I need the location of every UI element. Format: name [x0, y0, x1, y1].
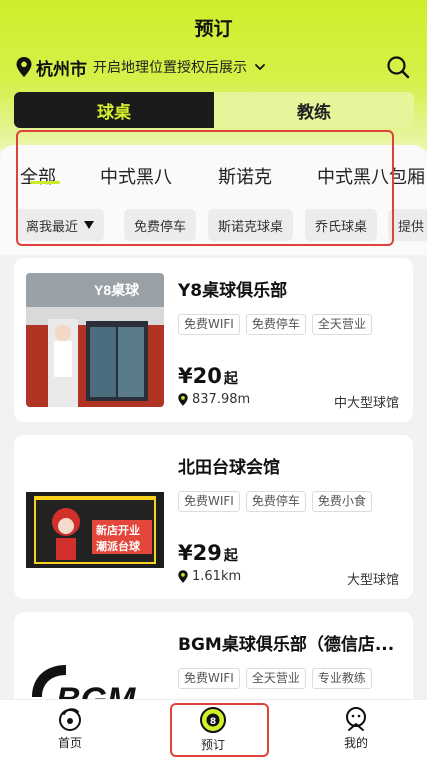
- filter-chips: 离我最近 免费停车 斯诺克球桌 乔氏球桌 提供: [0, 209, 427, 241]
- chip-joy-table[interactable]: 乔氏球桌: [305, 209, 378, 241]
- eight-ball-icon: 8: [200, 707, 226, 733]
- venue-card[interactable]: BGM BGM桌球俱乐部（德信店... 免费WIFI 全天营业 专业教练: [14, 612, 413, 717]
- venue-tag: 免费小食: [311, 491, 372, 512]
- header: 预订 杭州市 开启地理位置授权后展示 球桌 教练: [0, 0, 427, 150]
- location-pin-icon: [178, 393, 188, 406]
- tab-snooker[interactable]: 斯诺克: [218, 163, 272, 189]
- venue-price: ¥20 起: [178, 364, 238, 388]
- tab-home[interactable]: 首页: [30, 706, 110, 751]
- tab-label: 我的: [343, 736, 368, 750]
- chip-free-parking[interactable]: 免费停车: [124, 209, 197, 241]
- home-icon: [59, 708, 81, 731]
- venue-tags: 免费WIFI 全天营业 专业教练: [178, 668, 378, 689]
- price-suffix: 起: [223, 548, 238, 564]
- venue-distance: 1.61km: [178, 569, 241, 584]
- venue-size: 中大型球馆: [333, 396, 399, 411]
- venue-tags: 免费WIFI 免费停车 全天营业: [178, 314, 378, 335]
- venue-image: 新店开业 潮派台球: [26, 450, 164, 584]
- distance-value: 837.98m: [192, 392, 251, 407]
- venue-tag: 免费WIFI: [178, 314, 240, 335]
- venue-tag: 免费WIFI: [178, 491, 240, 512]
- tab-label: 首页: [57, 736, 82, 750]
- venue-tag: 专业教练: [311, 668, 372, 689]
- segment-table[interactable]: 球桌: [14, 92, 214, 128]
- location-bar[interactable]: 杭州市 开启地理位置授权后展示: [16, 54, 411, 80]
- venue-price: ¥29 起: [178, 541, 238, 565]
- segment-coach[interactable]: 教练: [214, 92, 414, 128]
- tab-label: 预订: [200, 738, 225, 752]
- venue-distance: 837.98m: [178, 392, 250, 407]
- venue-image: Y8桌球: [26, 273, 164, 407]
- tab-chinese-8ball[interactable]: 中式黑八: [100, 163, 172, 189]
- tab-profile[interactable]: 我的: [316, 706, 396, 751]
- venue-tag: 全天营业: [311, 314, 372, 335]
- venue-card[interactable]: Y8桌球 Y8桌球俱乐部 免费WIFI 免费停车 全天营业 ¥20 起 837.9…: [14, 258, 413, 422]
- venue-name: Y8桌球俱乐部: [178, 281, 288, 301]
- venue-size: 大型球馆: [346, 573, 399, 588]
- sort-dropdown[interactable]: 离我最近: [16, 209, 105, 241]
- category-tabs: 全部 中式黑八 斯诺克 中式黑八包厢: [0, 163, 427, 193]
- venue-name: 北田台球会馆: [178, 458, 280, 478]
- search-icon[interactable]: [385, 54, 411, 80]
- mode-segmented-control: 球桌 教练: [14, 92, 414, 128]
- venue-tag: 免费停车: [245, 491, 306, 512]
- tab-all[interactable]: 全部: [20, 163, 56, 189]
- chip-provide[interactable]: 提供: [388, 209, 427, 241]
- svg-text:8: 8: [210, 717, 216, 727]
- bottom-tab-bar: 首页 8 预订 我的: [0, 699, 427, 759]
- price-value: ¥29: [178, 541, 222, 565]
- location-hint[interactable]: 开启地理位置授权后展示: [93, 57, 247, 77]
- venue-tag: 免费停车: [245, 314, 306, 335]
- price-suffix: 起: [223, 371, 238, 387]
- caret-down-icon: [84, 221, 95, 229]
- active-tab-indicator: [30, 181, 60, 184]
- location-pin-icon: [16, 57, 32, 77]
- venue-card[interactable]: 新店开业 潮派台球 北田台球会馆 免费WIFI 免费停车 免费小食 ¥29 起 1…: [14, 435, 413, 599]
- venue-image-text: 新店开业: [96, 523, 140, 537]
- sort-label: 离我最近: [26, 219, 79, 235]
- venue-image-text: 潮派台球: [96, 539, 141, 553]
- page-title: 预订: [194, 18, 233, 40]
- distance-value: 1.61km: [192, 569, 242, 584]
- tab-chinese-8ball-room[interactable]: 中式黑八包厢: [317, 163, 425, 189]
- city-name[interactable]: 杭州市: [36, 55, 87, 80]
- venue-tag: 免费WIFI: [178, 668, 240, 689]
- location-pin-icon: [178, 570, 188, 583]
- profile-icon: [346, 707, 366, 731]
- price-value: ¥20: [178, 364, 222, 388]
- venue-image-text: Y8桌球: [94, 282, 140, 298]
- chip-snooker-table[interactable]: 斯诺克球桌: [208, 209, 294, 241]
- filter-panel: 全部 中式黑八 斯诺克 中式黑八包厢 离我最近 免费停车 斯诺克球桌 乔氏球桌 …: [0, 145, 427, 255]
- venue-tag: 全天营业: [245, 668, 306, 689]
- venue-tags: 免费WIFI 免费停车 免费小食: [178, 491, 378, 512]
- tab-booking[interactable]: 8 预订: [173, 706, 253, 753]
- chevron-down-icon[interactable]: [253, 60, 267, 74]
- venue-name: BGM桌球俱乐部（德信店...: [178, 635, 395, 655]
